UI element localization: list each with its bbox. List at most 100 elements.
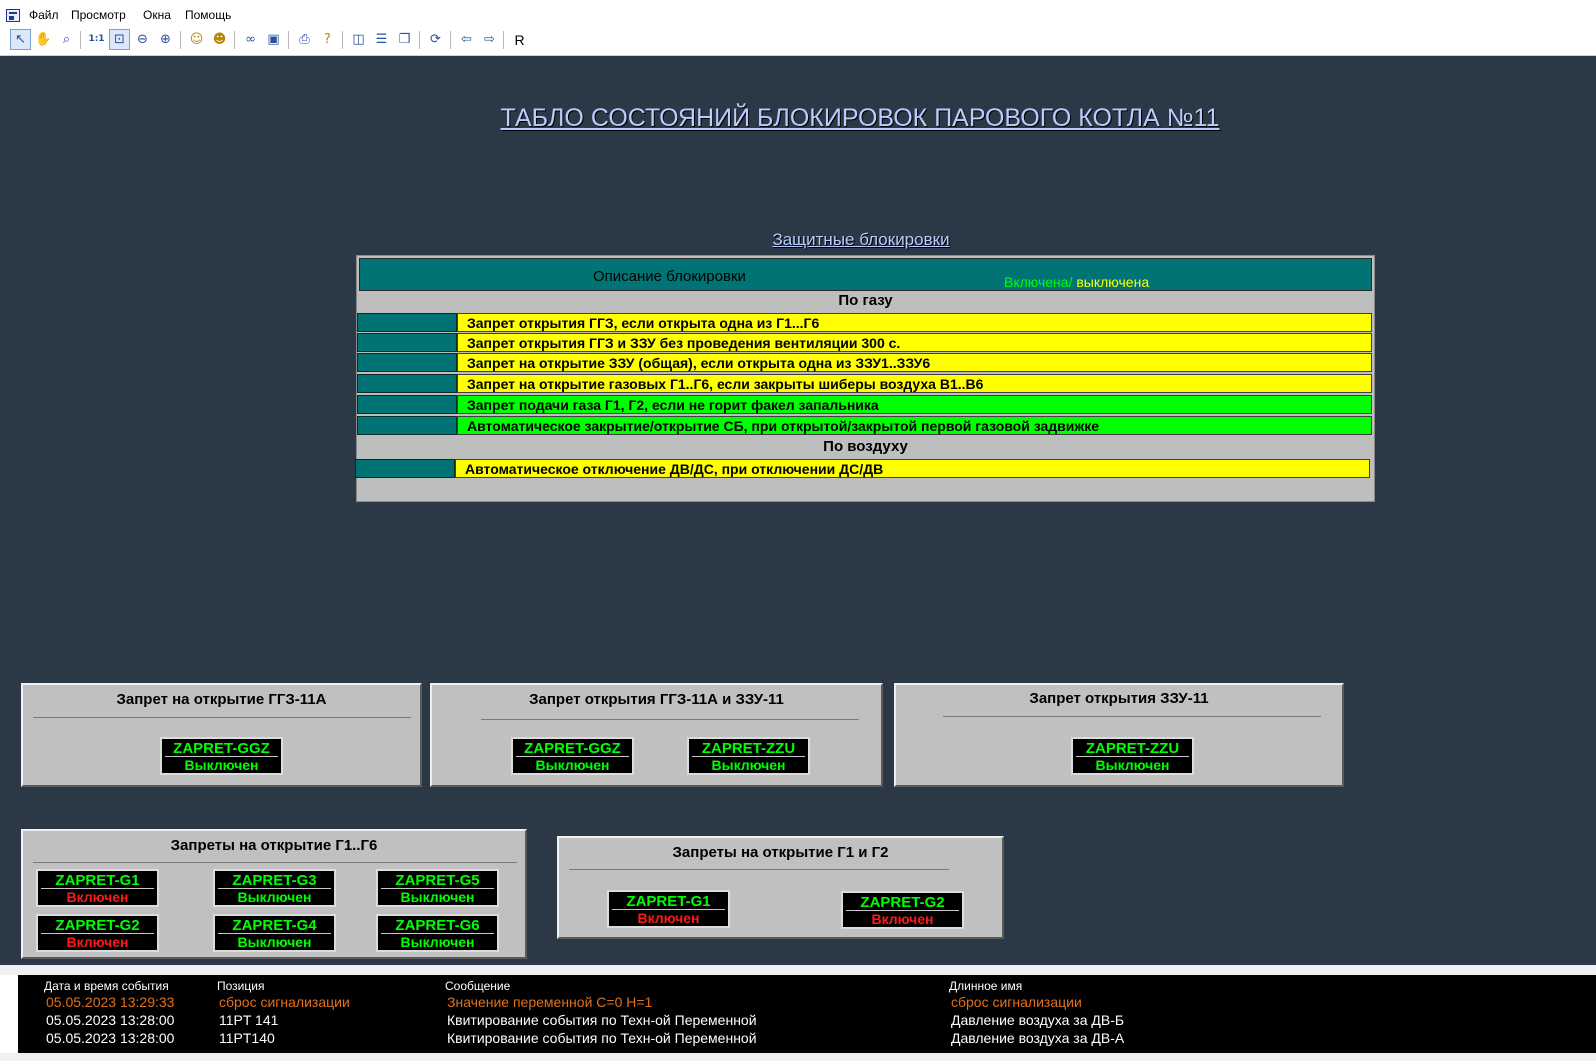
indicator-name: ZAPRET-GGZ [524,740,621,757]
layout-rows-icon[interactable]: ☰ [371,29,392,50]
indicator-zapret-g6[interactable]: ZAPRET-G6 Выключен [376,914,499,952]
print-icon[interactable]: ⎙ [294,29,315,50]
panel-title: Запрет открытия ЗЗУ-11 [1029,690,1209,707]
windows-icon[interactable]: ❐ [394,29,415,50]
help-icon[interactable]: ? [317,29,338,50]
arrow-right-icon[interactable]: ⇨ [479,29,500,50]
panel-title: Запреты на открытие Г1 и Г2 [672,844,889,861]
indicator-state: Включен [66,889,129,905]
refresh-icon[interactable]: ⟳ [425,29,446,50]
indicator-zapret-g3[interactable]: ZAPRET-G3 Выключен [213,869,336,907]
header-on-off: Включена/ выключена [1004,274,1149,290]
log-header-datetime[interactable]: Дата и время события [44,979,169,993]
menu-help[interactable]: Помощь [185,8,231,22]
section-title: Защитные блокировки [772,230,950,249]
lock-table: Описание блокировки Включена/ выключена … [355,255,1375,502]
log-bottom-border [0,1053,1596,1061]
log-separator [0,965,1596,975]
panel-divider [33,862,517,863]
toolbar-separator [234,31,235,49]
lock-description: Запрет подачи газа Г1, Г2, если не горит… [457,395,1372,414]
indicator-state: Выключен [1095,757,1170,773]
indicator-name: ZAPRET-G6 [395,917,480,934]
group-title-gas: По газу [838,292,893,309]
indicator-zapret-g2[interactable]: ZAPRET-G2 Включен [841,891,964,929]
indicator-name: ZAPRET-G3 [232,872,317,889]
log-header-position[interactable]: Позиция [217,979,264,993]
lock-state-cell [357,416,457,435]
indicator-zapret-g5[interactable]: ZAPRET-G5 Выключен [376,869,499,907]
toolbar-separator [419,31,420,49]
log-header-message[interactable]: Сообщение [445,979,510,993]
panel-divider [943,716,1321,717]
indicator-state: Выключен [400,934,475,950]
menu-view[interactable]: Просмотр [71,8,126,22]
event-log[interactable]: Дата и время события Позиция Сообщение Д… [18,975,1596,1053]
log-cell-datetime: 05.05.2023 13:28:00 [46,1012,175,1028]
lock-state-cell [357,374,457,393]
indicator-zapret-ggz[interactable]: ZAPRET-GGZ Выключен [511,737,634,775]
indicator-name: ZAPRET-GGZ [173,740,270,757]
log-cell-message: Квитирование события по Техн-ой Переменн… [447,1012,757,1028]
log-cell-position: сброс сигнализации [219,994,350,1010]
log-cell-position: 11PT140 [219,1030,275,1046]
indicator-zapret-g1[interactable]: ZAPRET-G1 Включен [36,869,159,907]
indicator-state: Включен [871,911,934,927]
lock-description: Запрет на открытие ЗЗУ (общая), если отк… [457,353,1372,372]
group-title-air: По воздуху [823,438,908,455]
indicator-zapret-zzu[interactable]: ZAPRET-ZZU Выключен [1071,737,1194,775]
lock-description: Автоматическое закрытие/открытие СБ, при… [457,416,1372,435]
indicator-zapret-g4[interactable]: ZAPRET-G4 Выключен [213,914,336,952]
indicator-state: Выключен [237,934,312,950]
menu-windows[interactable]: Окна [143,8,171,22]
indicator-state: Выключен [535,757,610,773]
indicator-zapret-ggz[interactable]: ZAPRET-GGZ Выключен [160,737,283,775]
lock-description: Автоматическое отключение ДВ/ДС, при отк… [455,459,1370,478]
zoom-fit-icon[interactable]: ⊡ [109,29,130,50]
indicator-name: ZAPRET-G1 [55,872,140,889]
magnifier-icon[interactable]: ⌕ [56,29,77,50]
lock-state-cell [357,313,457,332]
menu-file[interactable]: Файл [29,8,59,22]
indicator-zapret-zzu[interactable]: ZAPRET-ZZU Выключен [687,737,810,775]
panel-g1-g2: Запреты на открытие Г1 и Г2 ZAPRET-G1 Вк… [557,836,1004,939]
indicator-state: Включен [637,910,700,926]
arrow-left-icon[interactable]: ⇦ [456,29,477,50]
hand-icon[interactable]: ✋ [33,29,54,50]
pointer-icon[interactable]: ↖ [10,29,31,50]
indicator-zapret-g1[interactable]: ZAPRET-G1 Включен [607,890,730,928]
binoculars-icon[interactable]: ∞ [240,29,261,50]
indicator-name: ZAPRET-ZZU [701,740,796,757]
indicator-name: ZAPRET-G1 [626,893,711,910]
indicator-name: ZAPRET-G2 [55,917,140,934]
user-remove-icon[interactable]: ☻ [209,29,230,50]
user-icon[interactable]: ☺ [186,29,207,50]
zoom-1to1-icon[interactable]: 1:1 [86,29,107,50]
tag-icon[interactable]: ▣ [263,29,284,50]
zoom-in-icon[interactable]: ⊕ [155,29,176,50]
r-button[interactable]: R [509,29,530,50]
log-cell-position: 11PT 141 [219,1012,279,1028]
layout-columns-icon[interactable]: ◫ [348,29,369,50]
toolbar-separator [288,31,289,49]
indicator-name: ZAPRET-ZZU [1085,740,1180,757]
lock-state-cell [355,459,455,478]
mnemonic-canvas: ТАБЛО СОСТОЯНИЙ БЛОКИРОВОК ПАРОВОГО КОТЛ… [0,56,1596,965]
log-header-longname[interactable]: Длинное имя [949,979,1022,993]
header-off: выключена [1072,274,1150,290]
header-on: Включена/ [1004,274,1073,290]
panel-title: Запрет на открытие ГГЗ-11А [116,691,327,708]
toolbar-separator [342,31,343,49]
toolbar-separator [180,31,181,49]
log-cell-longname: Давление воздуха за ДВ-Б [951,1012,1125,1028]
toolbar-separator [450,31,451,49]
panel-g1-g6: Запреты на открытие Г1..Г6 ZAPRET-G1 Вкл… [21,829,527,959]
indicator-state: Выключен [237,889,312,905]
zoom-out-icon[interactable]: ⊖ [132,29,153,50]
toolbar-separator [80,31,81,49]
indicator-state: Выключен [184,757,259,773]
indicator-name: ZAPRET-G5 [395,872,480,889]
indicator-zapret-g2[interactable]: ZAPRET-G2 Включен [36,914,159,952]
panel-ggz-zzu: Запрет открытия ГГЗ-11А и ЗЗУ-11 ZAPRET-… [430,683,883,787]
app-icon[interactable] [6,9,20,22]
